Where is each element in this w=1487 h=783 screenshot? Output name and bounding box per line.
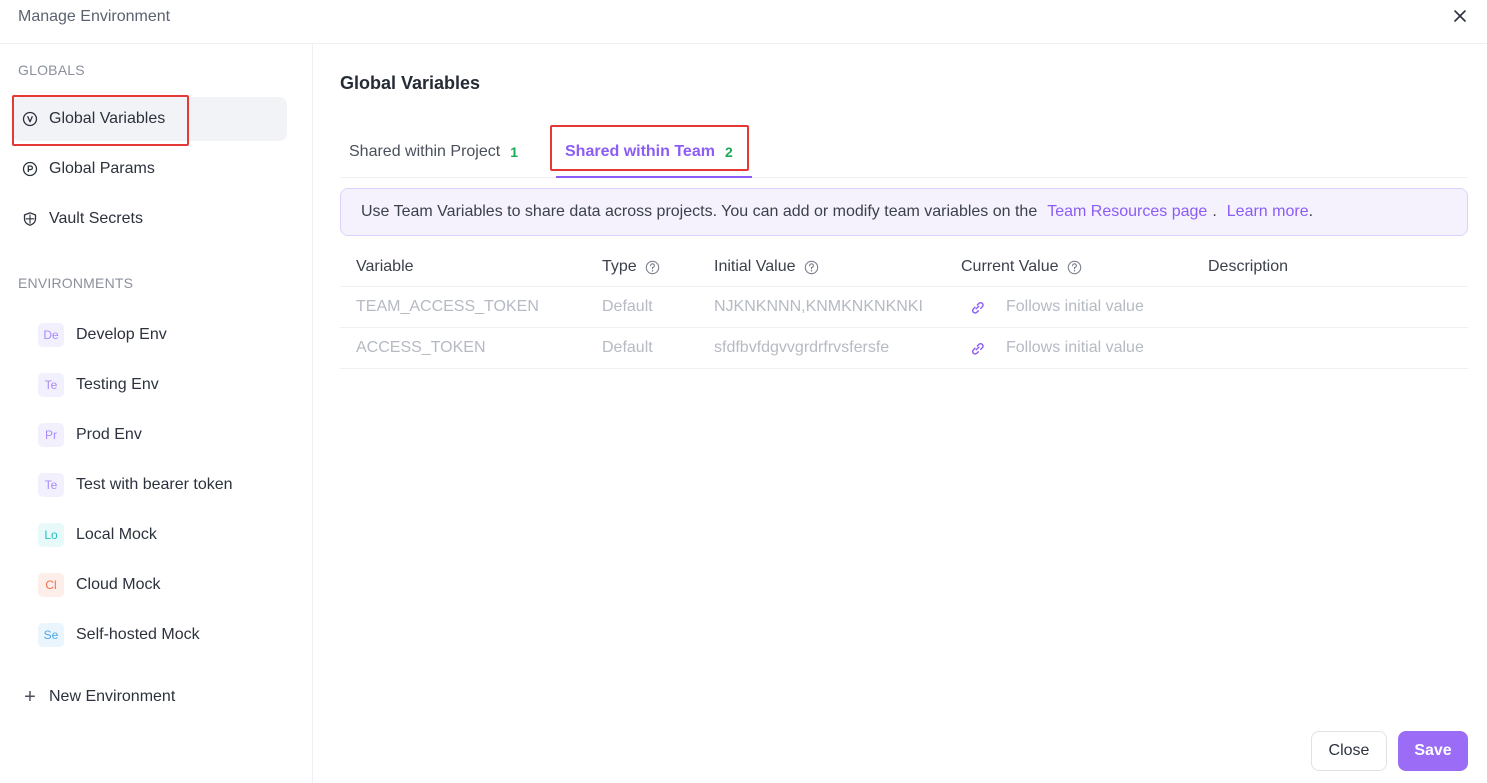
- env-label: Develop Env: [76, 326, 167, 343]
- env-label: Local Mock: [76, 526, 157, 543]
- tab-bar: Shared within Project 1 Shared within Te…: [340, 125, 1468, 178]
- env-item[interactable]: Pr Prod Env: [26, 413, 287, 457]
- table-header-row: Variable Type Initial Value Current Valu…: [340, 248, 1468, 287]
- page-title: Global Variables: [340, 73, 481, 93]
- sidebar-item-label: Vault Secrets: [49, 210, 143, 227]
- save-button[interactable]: Save: [1398, 731, 1468, 771]
- env-label: Testing Env: [76, 376, 159, 393]
- learn-more-link[interactable]: Learn more: [1227, 203, 1309, 221]
- cell-current-value: Follows initial value: [961, 328, 1201, 368]
- help-icon[interactable]: [1067, 260, 1082, 275]
- header-type-label: Type: [602, 258, 637, 275]
- env-badge: Se: [38, 623, 64, 647]
- header-current-label: Current Value: [961, 258, 1059, 275]
- notice-text: Use Team Variables to share data across …: [361, 203, 1038, 220]
- env-item[interactable]: Se Self-hosted Mock: [26, 613, 287, 657]
- table-row: TEAM_ACCESS_TOKEN Default NJKNKNNN,KNMKN…: [340, 287, 1468, 328]
- env-label: Self-hosted Mock: [76, 626, 200, 643]
- cell-description[interactable]: [1208, 328, 1448, 368]
- dialog-title: Manage Environment: [18, 8, 171, 25]
- table-row: ACCESS_TOKEN Default sfdfbvfdgvvgrdrfrvs…: [340, 328, 1468, 369]
- new-environment-label: New Environment: [49, 688, 176, 705]
- close-button[interactable]: Close: [1311, 731, 1387, 771]
- env-badge: Lo: [38, 523, 64, 547]
- env-item[interactable]: Lo Local Mock: [26, 513, 287, 557]
- plus-icon: +: [24, 685, 36, 708]
- cell-initial-value: sfdfbvfdgvvgrdrfrvsfersfe: [714, 339, 890, 356]
- sidebar-item-global-params[interactable]: Global Params: [12, 147, 287, 191]
- cell-type: Default: [602, 339, 653, 356]
- header-initial-label: Initial Value: [714, 258, 796, 275]
- tab-count: 2: [724, 143, 733, 160]
- env-item[interactable]: Te Test with bearer token: [26, 463, 287, 507]
- info-notice: Use Team Variables to share data across …: [340, 188, 1468, 236]
- globals-section-label: GLOBALS: [18, 62, 85, 78]
- cell-current-text: Follows initial value: [1006, 339, 1144, 356]
- header-variable: Variable: [356, 258, 414, 275]
- sidebar-item-label: Global Variables: [49, 110, 166, 127]
- env-label: Prod Env: [76, 426, 142, 443]
- new-environment-button[interactable]: + New Environment: [12, 675, 287, 719]
- env-badge: Cl: [38, 573, 64, 597]
- header-current-value: Current Value: [961, 248, 1201, 286]
- notice-separator: .: [1212, 203, 1217, 220]
- tab-label: Shared within Project: [349, 142, 501, 160]
- dialog-header: Manage Environment: [0, 0, 1487, 44]
- env-item[interactable]: De Develop Env: [26, 313, 287, 357]
- help-icon[interactable]: [804, 260, 819, 275]
- link-icon[interactable]: [969, 340, 986, 357]
- env-label: Test with bearer token: [76, 476, 233, 493]
- env-item[interactable]: Cl Cloud Mock: [26, 563, 287, 607]
- environments-section-label: ENVIRONMENTS: [18, 275, 134, 291]
- env-badge: Te: [38, 473, 64, 497]
- sidebar: GLOBALS Global Variables Global Params V…: [0, 44, 313, 783]
- env-item[interactable]: Te Testing Env: [26, 363, 287, 407]
- header-type: Type: [602, 248, 702, 286]
- cell-variable: TEAM_ACCESS_TOKEN: [356, 298, 539, 315]
- main-panel: Global Variables Shared within Project 1…: [314, 44, 1487, 783]
- cell-current-value: Follows initial value: [961, 287, 1201, 327]
- variable-icon: [22, 111, 38, 127]
- cell-variable: ACCESS_TOKEN: [356, 339, 486, 356]
- env-label: Cloud Mock: [76, 576, 161, 593]
- tab-count: 1: [510, 143, 518, 160]
- env-badge: De: [38, 323, 64, 347]
- vault-icon: [22, 211, 38, 227]
- variables-table: Variable Type Initial Value Current Valu…: [340, 248, 1468, 369]
- params-icon: [22, 161, 38, 177]
- sidebar-item-global-variables[interactable]: Global Variables: [12, 97, 287, 141]
- cell-initial-value: NJKNKNNN,KNMKNKNKNKI: [714, 298, 923, 315]
- close-icon[interactable]: [1451, 7, 1469, 25]
- sidebar-item-label: Global Params: [49, 160, 155, 177]
- tab-label: Shared within Team: [565, 142, 715, 160]
- header-initial-value: Initial Value: [714, 248, 939, 286]
- cell-type: Default: [602, 298, 653, 315]
- tab-shared-within-team[interactable]: Shared within Team 2: [565, 125, 733, 178]
- help-icon[interactable]: [645, 260, 660, 275]
- team-resources-link[interactable]: Team Resources page: [1047, 203, 1207, 221]
- env-badge: Te: [38, 373, 64, 397]
- link-icon[interactable]: [969, 299, 986, 316]
- active-tab-indicator: [556, 176, 752, 178]
- env-badge: Pr: [38, 423, 64, 447]
- header-description: Description: [1208, 258, 1289, 275]
- sidebar-item-vault-secrets[interactable]: Vault Secrets: [12, 197, 287, 241]
- notice-end: .: [1308, 203, 1314, 220]
- cell-description[interactable]: [1208, 287, 1448, 327]
- tab-shared-within-project[interactable]: Shared within Project 1: [349, 125, 518, 178]
- cell-current-text: Follows initial value: [1006, 298, 1144, 315]
